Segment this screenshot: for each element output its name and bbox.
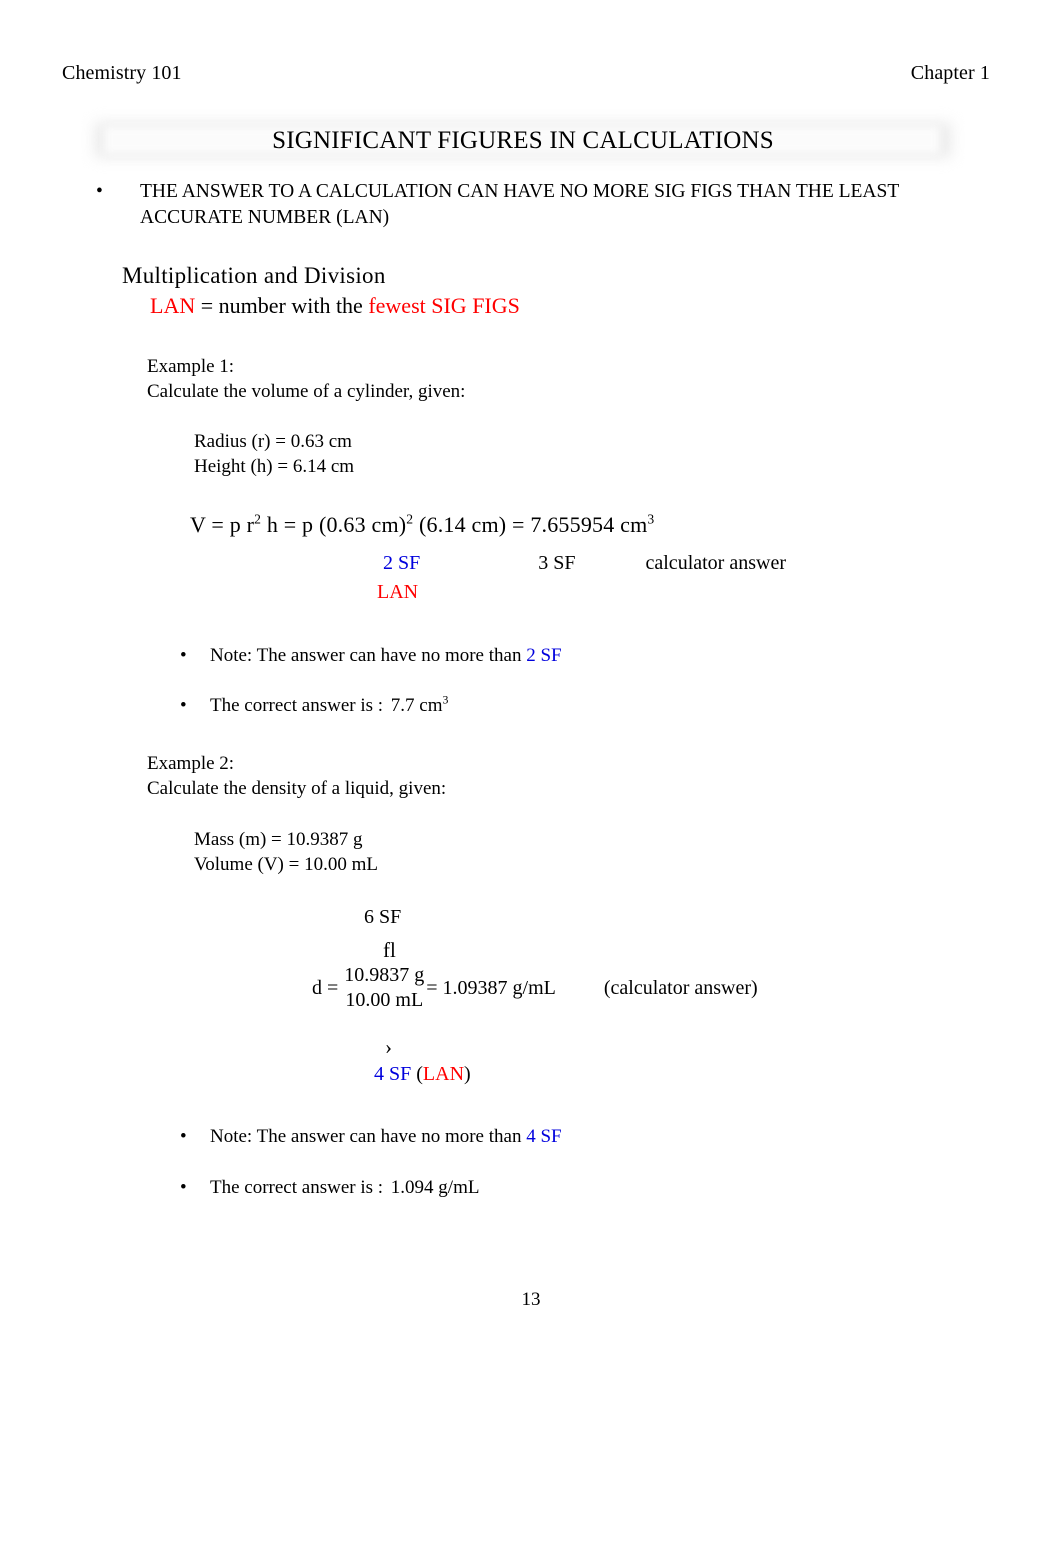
example1-label-text: Example 1: <box>147 356 235 377</box>
example1-equation: V = p r2 h = p (0.63 cm)2 (6.14 cm) = 7.… <box>190 512 654 538</box>
example2-label: Example 2: <box>141 753 249 775</box>
example1-given-radius: Radius (r) = 0.63 cm <box>194 431 352 452</box>
bullet-marker-icon: • <box>180 695 187 716</box>
up-arrow-icon: fl <box>383 938 396 962</box>
example1-answer-number: 7.7 cm <box>390 695 443 716</box>
running-head-right: Chapter 1 <box>910 62 990 84</box>
example1-answer-prefix: The correct answer is : <box>210 695 388 716</box>
example2-label-text: Example 2: <box>147 753 235 774</box>
example1-note-prefix: Note: The answer can have no more than <box>210 645 527 666</box>
section-heading-text: Multiplication and Division <box>122 263 386 288</box>
example1-answer-value: 7.7 cm3 <box>388 693 452 717</box>
example2-prompt: Calculate the density of a liquid, given… <box>147 778 447 799</box>
example2-given-volume: Volume (V) = 10.00 mL <box>194 854 378 875</box>
density-result: = 1.09387 g/mL <box>426 976 556 999</box>
density-denominator: 10.00 mL <box>345 989 424 1011</box>
example1-sf-other-label: 3 SF <box>538 552 576 574</box>
density-lhs: d = <box>312 976 339 999</box>
example1-sf-labels: 2 SF 3 SF calculator answer <box>383 552 786 575</box>
example2-equation: d = 10.9837 g 10.00 mL = 1.09387 g/mL (c… <box>312 963 758 1013</box>
section-rule: LAN = number with the fewest SIG FIGS <box>150 293 520 319</box>
example1-note-sf: 2 SF <box>526 645 562 666</box>
rule-lan-label: LAN <box>150 293 196 318</box>
lan-paren-open: ( <box>411 1063 423 1085</box>
example1-label: Example 1: <box>141 356 249 378</box>
density-fraction: 10.9837 g 10.00 mL <box>344 963 465 1013</box>
bullet-marker-icon: • <box>96 181 103 202</box>
example1-calculator-note: calculator answer <box>645 552 786 574</box>
example1-sf-lan-label: 2 SF <box>383 552 421 574</box>
equation-tail: (6.14 cm) = 7.655954 cm <box>413 512 648 537</box>
equation-lhs: V = p r <box>190 512 255 537</box>
example2-note-text: Note: The answer can have no more than 4… <box>210 1126 562 1148</box>
page-title: SIGNIFICANT FIGURES IN CALCULATIONS <box>272 127 774 154</box>
example1-note-bullet: • Note: The answer can have no more than… <box>180 645 562 667</box>
density-numerator: 10.9837 g <box>344 964 425 986</box>
equation-tail-exponent: 3 <box>647 511 655 527</box>
example2-sf-top: 6 SF <box>364 906 402 928</box>
example1-given-height: Height (h) = 6.14 cm <box>194 456 355 477</box>
example2-sf-lan-callout: 4 SF (LAN) <box>374 1063 471 1086</box>
example1-answer-text: The correct answer is : 7.7 cm3 <box>210 693 452 717</box>
example2-sf-bottom: 4 SF <box>374 1063 412 1085</box>
bullet-marker-icon: • <box>180 1126 187 1147</box>
example1-answer-bullet: • The correct answer is : 7.7 cm3 <box>180 693 452 717</box>
slide-title-banner: SIGNIFICANT FIGURES IN CALCULATIONS <box>92 120 954 162</box>
rule-emphasis-text: fewest SIG FIGS <box>368 293 520 318</box>
example1-prompt: Calculate the volume of a cylinder, give… <box>147 381 466 402</box>
rule-middle-text: = number with the <box>195 293 369 318</box>
bullet-marker-icon: • <box>180 645 187 666</box>
example1-answer-exponent: 3 <box>442 693 449 707</box>
example1-note-text: Note: The answer can have no more than 2… <box>210 645 562 667</box>
down-arrow-icon: › <box>385 1035 392 1059</box>
example2-answer-value: 1.094 g/mL <box>388 1177 483 1199</box>
example2-lan-label: LAN <box>422 1063 465 1085</box>
example2-answer-text: The correct answer is : 1.094 g/mL <box>210 1177 482 1199</box>
equation-mid: h = p (0.63 cm) <box>261 512 407 537</box>
bullet-marker-icon: • <box>180 1177 187 1198</box>
main-bullet: • THE ANSWER TO A CALCULATION CAN HAVE N… <box>96 179 976 231</box>
example2-note-sf: 4 SF <box>526 1126 562 1147</box>
example2-calculator-note: (calculator answer) <box>603 976 758 999</box>
example1-lan-callout: LAN <box>377 581 419 603</box>
document-page: Chemistry 101 Chapter 1 SIGNIFICANT FIGU… <box>0 0 1062 1561</box>
example2-note-bullet: • Note: The answer can have no more than… <box>180 1126 562 1148</box>
main-bullet-text: THE ANSWER TO A CALCULATION CAN HAVE NO … <box>140 181 899 228</box>
running-head: Chemistry 101 Chapter 1 <box>62 62 990 85</box>
example2-note-prefix: Note: The answer can have no more than <box>210 1126 527 1147</box>
lan-paren-close: ) <box>464 1063 471 1085</box>
page-number: 13 <box>521 1289 541 1310</box>
section-heading: Multiplication and Division <box>108 263 406 289</box>
example2-answer-bullet: • The correct answer is : 1.094 g/mL <box>180 1177 482 1199</box>
example2-answer-prefix: The correct answer is : <box>210 1177 388 1198</box>
running-head-left: Chemistry 101 <box>62 62 182 84</box>
example2-given-mass: Mass (m) = 10.9387 g <box>194 829 363 850</box>
